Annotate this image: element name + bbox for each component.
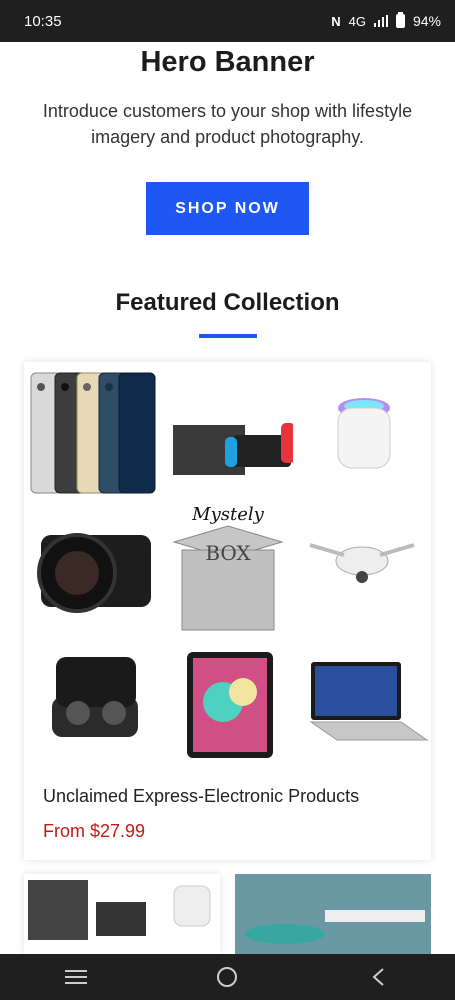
hero-title: Hero Banner xyxy=(140,46,315,78)
signal-icon xyxy=(373,15,388,27)
box-text: BOX xyxy=(205,541,251,565)
product-card-3[interactable] xyxy=(235,874,431,954)
product-price: From $27.99 xyxy=(43,821,146,841)
product-image[interactable]: Mystely BOX xyxy=(24,362,431,770)
battery-level: 94% xyxy=(412,13,441,29)
battery-icon xyxy=(395,12,405,28)
mystery-box-image: Mystely BOX xyxy=(160,498,295,634)
drone-image xyxy=(296,498,431,634)
menu-icon[interactable] xyxy=(56,962,96,992)
nfc-icon: N xyxy=(331,13,341,29)
tablet-image xyxy=(160,634,295,770)
hero-text: Introduce customers to your shop with li… xyxy=(42,101,413,147)
product-title[interactable]: Unclaimed Express-Electronic Products xyxy=(43,786,359,807)
phones-image xyxy=(24,362,159,498)
back-icon[interactable] xyxy=(359,962,399,992)
game-console-image xyxy=(160,362,295,498)
shop-now-button[interactable]: SHOP NOW xyxy=(146,182,309,235)
featured-collection-title: Featured Collection xyxy=(115,289,340,316)
product-card-2[interactable] xyxy=(24,874,220,954)
title-underline xyxy=(199,334,257,338)
laptop-image xyxy=(296,634,431,770)
earbuds-image xyxy=(24,634,159,770)
status-time: 10:35 xyxy=(24,12,62,30)
product-image-2 xyxy=(28,880,211,940)
network-label: 4G xyxy=(348,13,366,29)
box-caption: Mystely xyxy=(191,504,264,525)
navigation-bar xyxy=(0,954,455,1000)
product-card[interactable]: Mystely BOX Unclaimed Express-Electronic… xyxy=(24,362,431,860)
humidifier-image xyxy=(296,362,431,498)
home-icon[interactable] xyxy=(207,962,247,992)
product-image-3 xyxy=(235,874,431,954)
camera-image xyxy=(24,498,159,634)
status-bar: 10:35 N 4G 94% xyxy=(0,0,455,42)
